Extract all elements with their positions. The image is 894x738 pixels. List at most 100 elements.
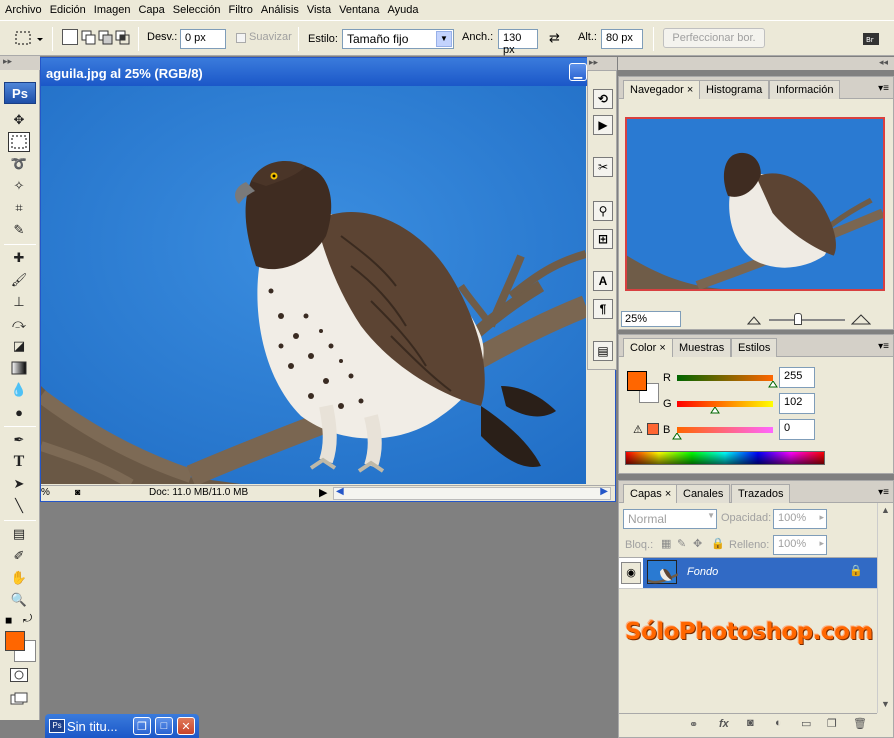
close-icon[interactable]: × xyxy=(665,488,671,500)
tab-navegador[interactable]: Navegador × xyxy=(623,80,701,99)
zoom-tool-icon[interactable]: 🔍 xyxy=(8,590,30,610)
zoom-slider-thumb[interactable] xyxy=(794,313,802,325)
marquee-tool-icon[interactable] xyxy=(8,132,30,152)
red-value-input[interactable]: 255 xyxy=(779,367,815,388)
layer-mask-icon[interactable]: ◙ xyxy=(747,717,754,729)
layers-scrollbar[interactable]: ▲ ▼ xyxy=(877,503,893,713)
style-select[interactable]: Tamaño fijo ▼ xyxy=(342,29,454,49)
quick-mask-icon[interactable] xyxy=(10,668,28,682)
swap-dimensions-icon[interactable]: ⇄ xyxy=(549,30,567,46)
color-spectrum-ramp[interactable] xyxy=(625,451,825,465)
paragraph-panel-icon[interactable]: ¶ xyxy=(593,299,613,319)
foreground-color-swatch[interactable] xyxy=(5,631,25,651)
tab-informacion[interactable]: Información xyxy=(769,80,841,99)
panel-menu-icon[interactable]: ▾≡ xyxy=(878,83,889,94)
intersect-selection-button[interactable] xyxy=(114,29,130,45)
tab-histograma[interactable]: Histograma xyxy=(699,80,770,99)
menu-archivo[interactable]: Archivo xyxy=(3,4,48,16)
slice-tool-icon[interactable]: ✎ xyxy=(8,220,30,240)
minimize-button[interactable]: ▁ xyxy=(569,63,587,81)
eye-icon[interactable]: ◉ xyxy=(621,562,641,584)
type-tool-icon[interactable]: T xyxy=(8,452,30,472)
actions-panel-icon[interactable]: ▶ xyxy=(593,115,613,135)
blur-tool-icon[interactable]: 💧 xyxy=(8,380,30,400)
bridge-icon[interactable]: Br xyxy=(860,28,884,50)
menu-vista[interactable]: Vista xyxy=(305,4,337,16)
toolbox-grip[interactable]: ▸▸ xyxy=(0,56,40,70)
layer-row-selected[interactable]: Fondo 🔒 xyxy=(643,558,877,588)
scroll-up-icon[interactable]: ▲ xyxy=(881,505,890,515)
menu-analisis[interactable]: Análisis xyxy=(259,4,305,16)
clone-source-icon[interactable]: ⊞ xyxy=(593,229,613,249)
zoom-slider[interactable] xyxy=(769,319,845,321)
navigator-zoom-input[interactable]: 25% xyxy=(621,311,681,327)
layer-row[interactable]: ◉ Fondo 🔒 xyxy=(619,557,877,589)
tab-canales[interactable]: Canales xyxy=(676,484,731,503)
document-title-bar[interactable]: aguila.jpg al 25% (RGB/8) ▁ □ xyxy=(41,58,615,86)
character-panel-icon[interactable]: A xyxy=(593,271,613,291)
close-icon[interactable]: × xyxy=(659,342,665,354)
gradient-tool-icon[interactable] xyxy=(8,358,30,378)
adjustment-layer-icon[interactable]: ◐ xyxy=(775,717,782,729)
pen-tool-icon[interactable]: ✒ xyxy=(8,430,30,450)
delete-layer-icon[interactable]: 🗑 xyxy=(853,717,867,730)
feather-input[interactable]: 0 px xyxy=(180,29,226,49)
crop-tool-icon[interactable]: ⌗ xyxy=(8,198,30,218)
eraser-tool-icon[interactable]: ◪ xyxy=(8,336,30,356)
subtract-selection-button[interactable] xyxy=(97,29,113,45)
foreground-color-box[interactable] xyxy=(627,371,647,391)
menu-ayuda[interactable]: Ayuda xyxy=(385,4,424,16)
default-colors-icon[interactable]: ◼ xyxy=(5,615,12,626)
refine-edge-button[interactable]: Perfeccionar bor. xyxy=(663,28,765,48)
zoom-in-icon[interactable] xyxy=(851,313,871,325)
opacity-input[interactable]: 100% ▸ xyxy=(773,509,827,529)
new-group-icon[interactable]: ▭ xyxy=(801,717,811,730)
blend-mode-select[interactable]: Normal ▼ xyxy=(623,509,717,529)
link-layers-icon[interactable]: ⚭ xyxy=(689,718,698,731)
green-value-input[interactable]: 102 xyxy=(779,393,815,414)
history-brush-tool-icon[interactable]: ⤼ xyxy=(8,314,30,334)
status-arrow-icon[interactable]: ▶ xyxy=(319,486,327,499)
menu-capa[interactable]: Capa xyxy=(136,4,170,16)
photoshop-logo[interactable]: Ps xyxy=(4,82,36,104)
height-input[interactable]: 80 px xyxy=(601,29,643,49)
status-menu-icon[interactable]: ◙ xyxy=(75,487,80,497)
image-canvas[interactable] xyxy=(41,86,586,484)
tool-presets-icon[interactable]: ✂ xyxy=(593,157,613,177)
lock-transparent-icon[interactable]: ▦ xyxy=(661,537,671,550)
swap-colors-icon[interactable]: ⤾ xyxy=(23,613,32,626)
scroll-left-icon[interactable]: ◀ xyxy=(336,486,344,497)
clone-stamp-tool-icon[interactable]: ⊥ xyxy=(8,292,30,312)
add-selection-button[interactable] xyxy=(80,29,96,45)
healing-brush-tool-icon[interactable]: ✚ xyxy=(8,248,30,268)
move-tool-icon[interactable]: ✥ xyxy=(8,110,30,130)
panel-menu-icon[interactable]: ▾≡ xyxy=(878,487,889,498)
tab-trazados[interactable]: Trazados xyxy=(731,484,791,503)
close-button[interactable]: ✕ xyxy=(177,717,195,735)
new-layer-icon[interactable]: ❐ xyxy=(827,717,837,730)
line-tool-icon[interactable]: ╲ xyxy=(8,496,30,516)
scroll-down-icon[interactable]: ▼ xyxy=(881,699,890,709)
tab-muestras[interactable]: Muestras xyxy=(672,338,732,357)
red-slider-thumb[interactable] xyxy=(768,381,778,388)
lasso-tool-icon[interactable]: ➰ xyxy=(8,154,30,174)
minimized-document[interactable]: Ps Sin titu... ❐ □ ✕ xyxy=(45,714,199,738)
warning-icon[interactable]: ⚠ xyxy=(633,423,643,436)
maximize-button[interactable]: □ xyxy=(155,717,173,735)
tab-estilos[interactable]: Estilos xyxy=(731,338,778,357)
close-icon[interactable]: × xyxy=(687,84,693,96)
path-selection-tool-icon[interactable]: ➤ xyxy=(8,474,30,494)
layer-style-icon[interactable]: fx xyxy=(719,718,729,730)
history-panel-icon[interactable]: ⟲ xyxy=(593,89,613,109)
antialias-checkbox[interactable] xyxy=(236,33,246,43)
notes-tool-icon[interactable]: ▤ xyxy=(8,524,30,544)
menu-seleccion[interactable]: Selección xyxy=(171,4,227,16)
dodge-tool-icon[interactable]: ● xyxy=(8,402,30,422)
blue-slider-thumb[interactable] xyxy=(672,433,682,440)
menu-edicion[interactable]: Edición xyxy=(48,4,92,16)
hand-tool-icon[interactable]: ✋ xyxy=(8,568,30,588)
brushes-panel-icon[interactable]: ⚲ xyxy=(593,201,613,221)
zoom-out-icon[interactable] xyxy=(747,315,761,325)
panel-grip[interactable]: ◂◂ xyxy=(618,57,894,70)
blue-slider[interactable] xyxy=(677,427,773,433)
